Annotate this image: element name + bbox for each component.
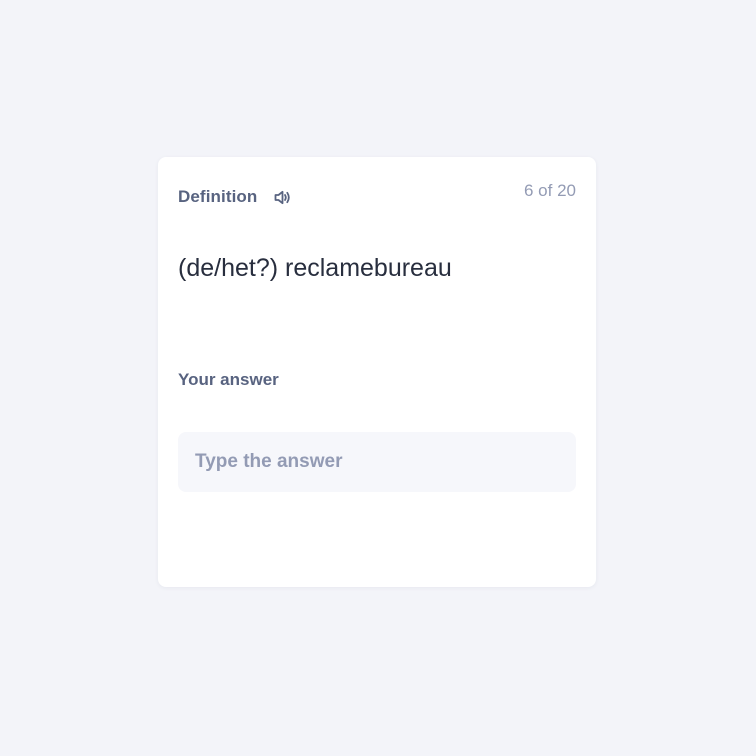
speaker-icon[interactable] <box>273 188 291 206</box>
card-header: Definition <box>178 187 291 207</box>
speaker-icon-graphic <box>274 190 290 204</box>
progress-counter: 6 of 20 <box>524 181 576 200</box>
answer-label: Your answer <box>178 370 279 389</box>
term-side-label: Definition <box>178 187 258 206</box>
term-text: (de/het?) reclamebureau <box>178 254 452 282</box>
flashcard: Definition 6 of 20 (de/het?) reclamebure… <box>158 157 596 587</box>
answer-input[interactable] <box>178 432 576 492</box>
